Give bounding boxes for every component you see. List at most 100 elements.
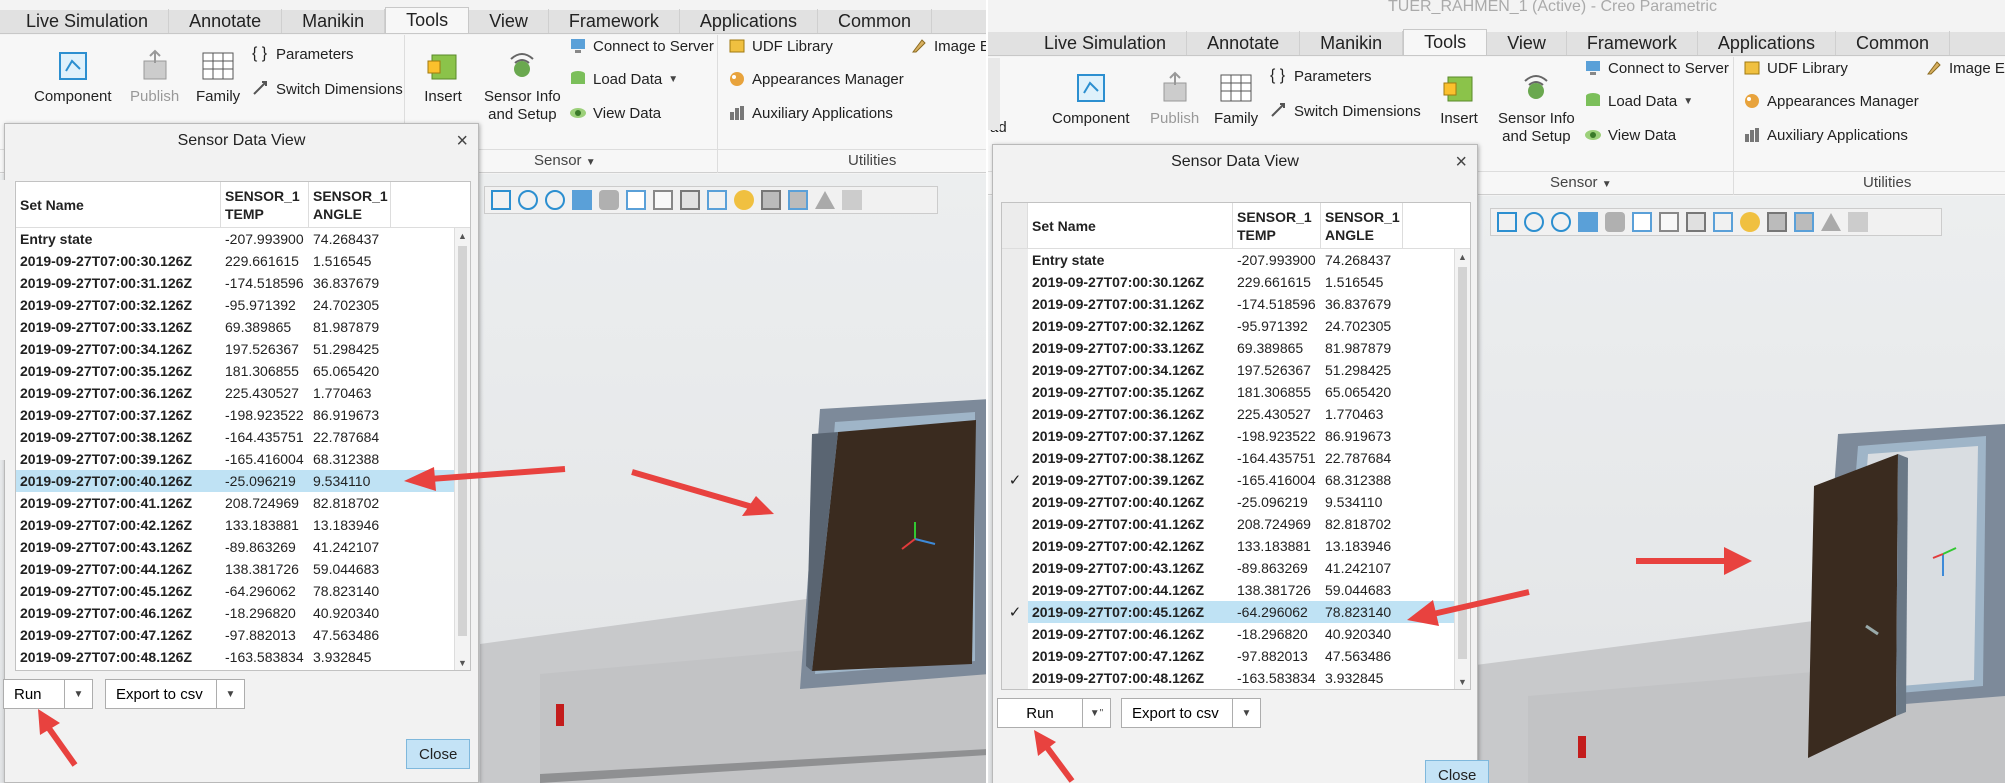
table-row[interactable]: ✓ 2019-09-27T07:00:39.126Z -165.416004 68.3… xyxy=(1002,469,1470,491)
tab-common[interactable]: Common xyxy=(1836,31,1950,55)
table-row[interactable]: 2019-09-27T07:00:35.126Z 181.306855 65.065… xyxy=(16,360,470,382)
table-row[interactable]: 2019-09-27T07:00:30.126Z 229.661615 1.5165… xyxy=(16,250,470,272)
scroll-up-icon[interactable]: ▲ xyxy=(1455,249,1470,264)
tab-manikin[interactable]: Manikin xyxy=(1300,31,1404,55)
table-row[interactable]: 2019-09-27T07:00:43.126Z -89.863269 41.242… xyxy=(16,536,470,558)
table-row[interactable]: 2019-09-27T07:00:42.126Z 133.183881 13.183… xyxy=(1002,535,1470,557)
export-label[interactable]: Export to csv xyxy=(1122,699,1232,727)
table-row[interactable]: Entry state -207.993900 74.268437 xyxy=(16,228,470,250)
insert-button[interactable]: Insert xyxy=(424,47,462,105)
view-data-button[interactable]: View Data xyxy=(1584,126,1676,144)
publish-button[interactable]: Publish xyxy=(1150,69,1199,127)
table-row[interactable]: Entry state -207.993900 74.268437 xyxy=(1002,249,1470,271)
connect-to-server-button[interactable]: Connect to Server xyxy=(569,37,714,55)
col-set-name[interactable]: Set Name xyxy=(16,182,221,227)
parameters-button[interactable]: { } Parameters xyxy=(1270,67,1372,85)
table-row[interactable]: 2019-09-27T07:00:36.126Z 225.430527 1.7704… xyxy=(1002,403,1470,425)
table-row[interactable]: 2019-09-27T07:00:48.126Z -163.583834 3.932… xyxy=(16,646,470,668)
auxiliary-applications-button[interactable]: Auxiliary Applications xyxy=(1743,126,1908,144)
table-row[interactable]: 2019-09-27T07:00:40.126Z -25.096219 9.5341… xyxy=(16,470,470,492)
tab-view[interactable]: View xyxy=(1487,31,1567,55)
table-row[interactable]: ✓ 2019-09-27T07:00:45.126Z -64.296062 78.82… xyxy=(1002,601,1470,623)
parameters-button[interactable]: { } Parameters xyxy=(252,45,354,63)
table-row[interactable]: 2019-09-27T07:00:32.126Z -95.971392 24.702… xyxy=(1002,315,1470,337)
table-row[interactable]: 2019-09-27T07:00:38.126Z -164.435751 22.78… xyxy=(1002,447,1470,469)
tab-view[interactable]: View xyxy=(469,9,549,33)
family-button[interactable]: Family xyxy=(1214,69,1258,127)
close-button[interactable]: Close xyxy=(406,739,471,769)
sensor-info-button[interactable]: Sensor Info and Setup xyxy=(1498,69,1575,146)
col-sensor1-angle[interactable]: SENSOR_1 ANGLE xyxy=(1321,203,1403,248)
run-combo[interactable]: Run ▼" xyxy=(997,698,1111,728)
table-row[interactable]: 2019-09-27T07:00:45.126Z -64.296062 78.823… xyxy=(16,580,470,602)
sensor-group-label[interactable]: Sensor ▼ xyxy=(1550,174,1612,191)
table-row[interactable]: 2019-09-27T07:00:43.126Z -89.863269 41.242… xyxy=(1002,557,1470,579)
table-row[interactable]: 2019-09-27T07:00:31.126Z -174.518596 36.83… xyxy=(1002,293,1470,315)
switch-dimensions-button[interactable]: Switch Dimensions xyxy=(252,80,403,98)
tab-annotate[interactable]: Annotate xyxy=(169,9,283,33)
table-row[interactable]: 2019-09-27T07:00:37.126Z -198.923522 86.91… xyxy=(16,404,470,426)
scroll-thumb[interactable] xyxy=(1458,267,1467,659)
scroll-thumb[interactable] xyxy=(458,246,467,636)
image-editor-button[interactable]: Image E xyxy=(1925,59,2005,77)
table-row[interactable]: 2019-09-27T07:00:39.126Z -165.416004 68.31… xyxy=(16,448,470,470)
table-row[interactable]: 2019-09-27T07:00:41.126Z 208.724969 82.818… xyxy=(16,492,470,514)
sensor-info-button[interactable]: Sensor Info and Setup xyxy=(484,47,561,124)
load-data-button[interactable]: Load Data ▼ xyxy=(569,70,678,88)
table-row[interactable]: 2019-09-27T07:00:46.126Z -18.296820 40.920… xyxy=(1002,623,1470,645)
view-data-button[interactable]: View Data xyxy=(569,104,661,122)
export-combo[interactable]: Export to csv ▼ xyxy=(105,679,245,709)
col-sensor1-temp[interactable]: SENSOR_1 TEMP xyxy=(221,182,309,227)
tab-live-simulation[interactable]: Live Simulation xyxy=(6,9,170,33)
table-row[interactable]: 2019-09-27T07:00:41.126Z 208.724969 82.818… xyxy=(1002,513,1470,535)
close-button[interactable]: Close xyxy=(1425,760,1490,783)
sensor-group-label[interactable]: Sensor ▼ xyxy=(534,152,596,169)
family-button[interactable]: Family xyxy=(196,47,240,105)
tab-tools[interactable]: Tools xyxy=(385,7,470,33)
col-sensor1-temp[interactable]: SENSOR_1 TEMP xyxy=(1233,203,1321,248)
run-dropdown-icon[interactable]: ▼" xyxy=(1082,699,1110,727)
insert-button[interactable]: Insert xyxy=(1440,69,1478,127)
appearances-manager-button[interactable]: Appearances Manager xyxy=(1743,92,1919,110)
table-row[interactable]: 2019-09-27T07:00:31.126Z -174.518596 36.83… xyxy=(16,272,470,294)
table-row[interactable]: 2019-09-27T07:00:37.126Z -198.923522 86.91… xyxy=(1002,425,1470,447)
table-row[interactable]: 2019-09-27T07:00:35.126Z 181.306855 65.065… xyxy=(1002,381,1470,403)
auxiliary-applications-button[interactable]: Auxiliary Applications xyxy=(728,104,893,122)
export-combo[interactable]: Export to csv ▼ xyxy=(1121,698,1261,728)
table-row[interactable]: 2019-09-27T07:00:47.126Z -97.882013 47.563… xyxy=(1002,645,1470,667)
close-icon[interactable]: × xyxy=(1455,151,1467,174)
tab-applications[interactable]: Applications xyxy=(1698,31,1836,55)
component-button[interactable]: Component xyxy=(1052,69,1130,127)
tab-framework[interactable]: Framework xyxy=(549,9,680,33)
tab-framework[interactable]: Framework xyxy=(1567,31,1698,55)
appearances-manager-button[interactable]: Appearances Manager xyxy=(728,70,904,88)
udf-library-button[interactable]: UDF Library xyxy=(1743,59,1848,77)
table-row[interactable]: 2019-09-27T07:00:30.126Z 229.661615 1.5165… xyxy=(1002,271,1470,293)
table-row[interactable]: 2019-09-27T07:00:42.126Z 133.183881 13.183… xyxy=(16,514,470,536)
tab-common[interactable]: Common xyxy=(818,9,932,33)
scroll-down-icon[interactable]: ▼ xyxy=(455,655,470,670)
scroll-down-icon[interactable]: ▼ xyxy=(1455,674,1470,689)
run-combo[interactable]: Run ▼ xyxy=(3,679,93,709)
table-row[interactable]: 2019-09-27T07:00:34.126Z 197.526367 51.298… xyxy=(1002,359,1470,381)
table-row[interactable]: 2019-09-27T07:00:48.126Z -163.583834 3.932… xyxy=(1002,667,1470,689)
export-label[interactable]: Export to csv xyxy=(106,680,216,708)
run-label[interactable]: Run xyxy=(4,680,64,708)
col-set-name[interactable]: Set Name xyxy=(1028,203,1233,248)
sensor-data-table[interactable]: Set Name SENSOR_1 TEMP SENSOR_1 ANGLE En… xyxy=(1001,202,1471,690)
table-row[interactable]: 2019-09-27T07:00:44.126Z 138.381726 59.044… xyxy=(1002,579,1470,601)
load-data-dropdown-icon[interactable]: ▼ xyxy=(1683,96,1693,107)
export-dropdown-icon[interactable]: ▼ xyxy=(216,680,244,708)
image-editor-button[interactable]: Image E xyxy=(910,37,988,55)
table-row[interactable]: 2019-09-27T07:00:33.126Z 69.389865 81.9878… xyxy=(1002,337,1470,359)
table-row[interactable]: 2019-09-27T07:00:36.126Z 225.430527 1.7704… xyxy=(16,382,470,404)
tab-tools[interactable]: Tools xyxy=(1403,29,1488,55)
table-scrollbar[interactable]: ▲ ▼ xyxy=(1454,249,1470,689)
component-button[interactable]: Component xyxy=(34,47,112,105)
switch-dimensions-button[interactable]: Switch Dimensions xyxy=(1270,102,1421,120)
tab-manikin[interactable]: Manikin xyxy=(282,9,386,33)
table-row[interactable]: 2019-09-27T07:00:46.126Z -18.296820 40.920… xyxy=(16,602,470,624)
load-data-dropdown-icon[interactable]: ▼ xyxy=(668,74,678,85)
load-data-button[interactable]: Load Data ▼ xyxy=(1584,92,1693,110)
tab-applications[interactable]: Applications xyxy=(680,9,818,33)
